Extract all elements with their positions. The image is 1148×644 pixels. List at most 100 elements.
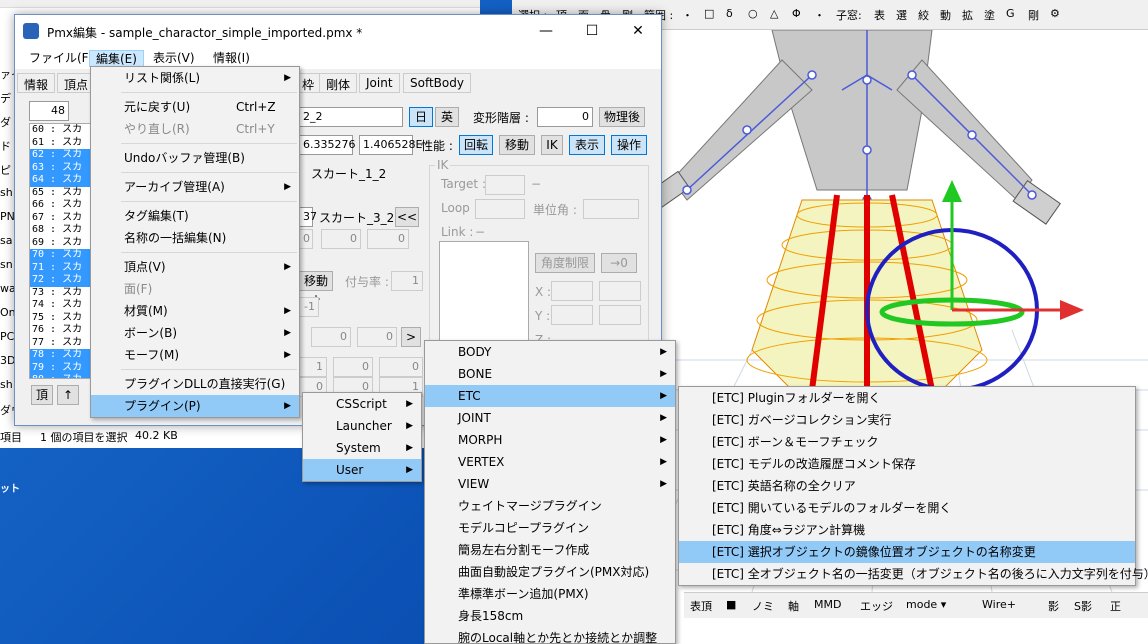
rotate-button[interactable]: 回転 [459, 135, 493, 155]
menu-item-item[interactable]: ウェイトマージプラグイン [425, 495, 675, 517]
limit-y-min[interactable] [551, 305, 593, 325]
menu-item-v[interactable]: 頂点(V) ▶ [91, 256, 299, 278]
angle-limit-button[interactable]: 角度制限 [535, 253, 595, 273]
list-item[interactable]: 72 : スカ [30, 274, 94, 287]
ik-target-field[interactable] [485, 175, 525, 195]
menu-item-item[interactable]: 簡易左右分割モーフ作成 [425, 539, 675, 561]
grant-parent-field[interactable]: -1 [299, 297, 319, 317]
nav-item[interactable]: sa [0, 234, 14, 254]
nav-item[interactable]: ド [0, 138, 14, 158]
list-item[interactable]: 78 : スカ [30, 349, 94, 362]
toolbar-item[interactable]: 塗 [984, 7, 995, 23]
menu-item-etc[interactable]: [ETC] 英語名称の全クリア [679, 475, 1135, 497]
bottom-toolbar-item[interactable]: ■ [726, 598, 736, 611]
limit-x-min[interactable] [551, 281, 593, 301]
nav-item[interactable]: wa [0, 282, 14, 302]
operate-button[interactable]: 操作 [611, 135, 647, 155]
tab-rigidbody[interactable]: 剛体 [319, 73, 358, 93]
menu-item-l[interactable]: リスト関係(L) ▶ [91, 67, 299, 89]
toolbar-item[interactable]: △ [770, 7, 778, 20]
list-item[interactable]: 63 : スカ [30, 161, 94, 174]
index-field[interactable]: 48 [29, 101, 69, 121]
list-item[interactable]: 65 : スカ [30, 187, 94, 200]
menu-item-158cm[interactable]: 身長158cm [425, 605, 675, 627]
deform-layer-field[interactable]: 0 [537, 107, 593, 127]
tab-softbody[interactable]: SoftBody [403, 73, 471, 93]
list-item[interactable]: 76 : スカ [30, 324, 94, 337]
axis-field-3[interactable]: 0 [379, 357, 423, 377]
menu-item-system[interactable]: System ▶ [303, 437, 421, 459]
bottom-toolbar-item[interactable]: エッジ [860, 598, 893, 614]
desktop-icon-label[interactable]: ット [0, 480, 20, 495]
list-item[interactable]: 71 : スカ [30, 261, 94, 274]
lang-jp-button[interactable]: 日 [409, 107, 433, 127]
menu-item-item[interactable]: モデルコピープラグイン [425, 517, 675, 539]
list-item[interactable]: 77 : スカ [30, 337, 94, 350]
axis-field-1[interactable]: 1 [299, 357, 327, 377]
list-item[interactable]: 61 : スカ [30, 137, 94, 150]
next-button[interactable]: > [401, 327, 421, 347]
tab-joint[interactable]: Joint [359, 73, 400, 93]
limit-y-max[interactable] [599, 305, 641, 325]
toolbar-item[interactable]: ・ [814, 7, 825, 23]
menu-item-view[interactable]: VIEW ▶ [425, 473, 675, 495]
bottom-toolbar-item[interactable]: ノミ [752, 598, 774, 614]
list-item[interactable]: 66 : スカ [30, 199, 94, 212]
menu-item-r[interactable]: やり直し(R) Ctrl+Y [91, 118, 299, 140]
menu-item-p[interactable]: プラグイン(P) ▶ [91, 395, 299, 417]
menu-info[interactable]: 情報(I) [207, 50, 256, 67]
toolbar-item[interactable]: 拡 [962, 7, 973, 23]
nav-item[interactable]: sh [0, 378, 14, 398]
menu-item-etc[interactable]: ETC ▶ [425, 385, 675, 407]
menu-item-csscript[interactable]: CSScript ▶ [303, 393, 421, 415]
menu-item-n[interactable]: 名称の一括編集(N) [91, 227, 299, 249]
menu-item-body[interactable]: BODY ▶ [425, 341, 675, 363]
grant-move-button[interactable]: 移動+ [299, 271, 333, 306]
bottom-toolbar-item[interactable]: 表頂 [690, 598, 712, 614]
menu-item-user[interactable]: User ▶ [303, 459, 421, 481]
move-button[interactable]: 移動 [499, 135, 535, 155]
menu-item-etc[interactable]: [ETC] ガベージコレクション実行 [679, 409, 1135, 431]
menu-item-etc[interactable]: [ETC] 選択オブジェクトの鏡像位置オブジェクトの名称変更 [679, 541, 1135, 563]
pos-x-field[interactable]: 6.335276 [299, 135, 356, 155]
bone-name-field[interactable]: 2_2 [299, 107, 403, 127]
toolbar-item[interactable]: 子窓: [836, 7, 862, 23]
offset-y-field[interactable]: 0 [321, 229, 361, 249]
offset-z-field[interactable]: 0 [367, 229, 409, 249]
reset-zero-button[interactable]: →0 [601, 253, 637, 273]
list-item[interactable]: 68 : スカ [30, 224, 94, 237]
ik-button[interactable]: IK [541, 135, 563, 155]
bottom-toolbar-item[interactable]: S影 [1074, 598, 1092, 614]
menu-item-undo-b[interactable]: Undoバッファ管理(B) [91, 147, 299, 169]
ik-link-list[interactable] [439, 241, 529, 345]
bottom-toolbar-item[interactable]: 正 [1110, 598, 1121, 614]
limit-x-max[interactable] [599, 281, 641, 301]
toolbar-item[interactable]: 剛 [1028, 7, 1039, 23]
menu-item-etc[interactable]: [ETC] 全オブジェクト名の一括変更（オブジェクト名の後ろに入力文字列を付与） [679, 563, 1148, 585]
tab-info[interactable]: 情報 [17, 73, 56, 93]
bottom-toolbar-item[interactable]: mode ▾ [906, 598, 946, 611]
menu-view[interactable]: 表示(V) [147, 50, 201, 67]
menu-item-etc[interactable]: [ETC] モデルの改造履歴コメント保存 [679, 453, 1135, 475]
toolbar-item[interactable]: ○ [748, 7, 758, 20]
pos-y-field[interactable]: 1.406528E [359, 135, 422, 155]
row-zero-a[interactable]: 0 [311, 327, 351, 347]
menu-item-launcher[interactable]: Launcher ▶ [303, 415, 421, 437]
list-item[interactable]: 62 : スカ [30, 149, 94, 162]
axis-field-2[interactable]: 0 [333, 357, 373, 377]
menu-item-etc[interactable]: [ETC] 角度⇔ラジアン計算機 [679, 519, 1135, 541]
nav-item[interactable]: 3D [0, 354, 14, 374]
nav-item[interactable]: ピ [0, 162, 14, 182]
list-item[interactable]: 73 : スカ [30, 287, 94, 300]
menu-item-m[interactable]: 材質(M) ▶ [91, 300, 299, 322]
menu-item-local[interactable]: 腕のLocal軸とか先とか接続とか調整 [425, 627, 675, 643]
offset-x-field[interactable]: 0 [299, 229, 313, 249]
nav-item[interactable]: ダ [0, 114, 14, 134]
nav-item[interactable]: sh [0, 186, 14, 206]
menu-item-vertex[interactable]: VERTEX ▶ [425, 451, 675, 473]
visible-button[interactable]: 表示 [569, 135, 605, 155]
toolbar-item[interactable]: 選 [896, 7, 907, 23]
close-button[interactable]: ✕ [615, 15, 661, 47]
list-item[interactable]: 70 : スカ [30, 249, 94, 262]
nav-item[interactable]: One [0, 306, 14, 326]
